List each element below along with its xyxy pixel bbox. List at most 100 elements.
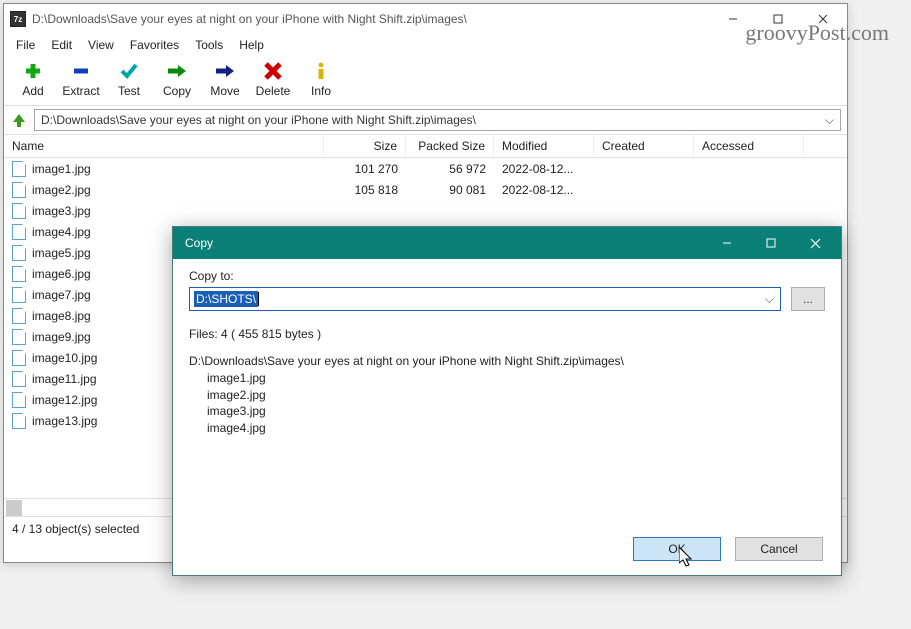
plus-icon (23, 60, 43, 82)
file-name: image12.jpg (32, 393, 97, 407)
source-path: D:\Downloads\Save your eyes at night on … (189, 353, 825, 370)
file-icon (12, 161, 26, 177)
file-name: image1.jpg (32, 162, 91, 176)
list-item: image2.jpg (207, 387, 825, 404)
arrow-right-green-icon (166, 60, 188, 82)
info-label: Info (311, 84, 331, 98)
delete-label: Delete (256, 84, 291, 98)
table-row[interactable]: image2.jpg 105 81890 0812022-08-12... (4, 179, 847, 200)
dialog-titlebar: Copy (173, 227, 841, 259)
file-icon (12, 287, 26, 303)
file-modified: 2022-08-12... (494, 183, 594, 197)
minus-icon (71, 60, 91, 82)
arrow-right-blue-icon (214, 60, 236, 82)
dialog-summary: Files: 4 ( 455 815 bytes ) (189, 325, 825, 343)
dialog-minimize-button[interactable] (705, 229, 749, 257)
file-name: image4.jpg (32, 225, 91, 239)
x-icon (263, 60, 283, 82)
extract-label: Extract (62, 84, 99, 98)
list-item: image3.jpg (207, 403, 825, 420)
menubar: File Edit View Favorites Tools Help (4, 34, 847, 56)
add-label: Add (22, 84, 43, 98)
col-created[interactable]: Created (594, 135, 694, 157)
copy-button[interactable]: Copy (154, 58, 200, 98)
up-button[interactable] (10, 111, 28, 129)
file-name: image6.jpg (32, 267, 91, 281)
menu-edit[interactable]: Edit (43, 35, 80, 55)
dialog-body: Copy to: D:\SHOTS\ ⌵ ... Files: 4 ( 455 … (173, 259, 841, 447)
destination-value: D:\SHOTS\ (194, 291, 258, 307)
file-icon (12, 392, 26, 408)
close-button[interactable] (800, 5, 845, 33)
file-icon (12, 350, 26, 366)
file-name: image2.jpg (32, 183, 91, 197)
check-icon (119, 60, 139, 82)
column-headers: Name Size Packed Size Modified Created A… (4, 134, 847, 158)
ok-button[interactable]: OK (633, 537, 721, 561)
test-button[interactable]: Test (106, 58, 152, 98)
file-icon (12, 182, 26, 198)
file-size: 101 270 (324, 162, 406, 176)
move-button[interactable]: Move (202, 58, 248, 98)
file-icon (12, 266, 26, 282)
test-label: Test (118, 84, 140, 98)
path-input[interactable]: D:\Downloads\Save your eyes at night on … (34, 109, 841, 131)
file-icon (12, 329, 26, 345)
menu-view[interactable]: View (80, 35, 122, 55)
col-name[interactable]: Name (4, 135, 324, 157)
file-name: image3.jpg (32, 204, 91, 218)
col-modified[interactable]: Modified (494, 135, 594, 157)
list-item: image1.jpg (207, 370, 825, 387)
menu-file[interactable]: File (8, 35, 43, 55)
file-icon (12, 245, 26, 261)
dialog-close-button[interactable] (793, 229, 837, 257)
info-button[interactable]: Info (298, 58, 344, 98)
menu-tools[interactable]: Tools (187, 35, 231, 55)
chevron-down-icon[interactable]: ⌵ (825, 113, 834, 128)
info-icon (312, 60, 330, 82)
file-icon (12, 371, 26, 387)
titlebar: 7z D:\Downloads\Save your eyes at night … (4, 4, 847, 34)
file-name: image9.jpg (32, 330, 91, 344)
window-title: D:\Downloads\Save your eyes at night on … (32, 12, 467, 26)
copy-label: Copy (163, 84, 191, 98)
chevron-down-icon[interactable]: ⌵ (761, 292, 778, 307)
col-packed[interactable]: Packed Size (406, 135, 494, 157)
file-icon (12, 308, 26, 324)
file-size: 105 818 (324, 183, 406, 197)
copy-to-label: Copy to: (189, 269, 825, 283)
file-packed: 90 081 (406, 183, 494, 197)
dialog-maximize-button[interactable] (749, 229, 793, 257)
menu-help[interactable]: Help (231, 35, 272, 55)
col-size[interactable]: Size (324, 135, 406, 157)
app-icon: 7z (10, 11, 26, 27)
file-modified: 2022-08-12... (494, 162, 594, 176)
dialog-title: Copy (185, 236, 213, 250)
file-icon (12, 224, 26, 240)
file-name: image7.jpg (32, 288, 91, 302)
browse-button[interactable]: ... (791, 287, 825, 311)
dialog-file-list: D:\Downloads\Save your eyes at night on … (189, 353, 825, 437)
menu-favorites[interactable]: Favorites (122, 35, 187, 55)
table-row[interactable]: image1.jpg 101 27056 9722022-08-12... (4, 158, 847, 179)
minimize-button[interactable] (710, 5, 755, 33)
file-packed: 56 972 (406, 162, 494, 176)
col-accessed[interactable]: Accessed (694, 135, 804, 157)
copy-dialog: Copy Copy to: D:\SHOTS\ ⌵ ... Files: 4 (… (172, 226, 842, 576)
table-row[interactable]: image3.jpg (4, 200, 847, 221)
file-name: image5.jpg (32, 246, 91, 260)
path-text: D:\Downloads\Save your eyes at night on … (41, 113, 476, 127)
delete-button[interactable]: Delete (250, 58, 296, 98)
add-button[interactable]: Add (10, 58, 56, 98)
destination-combobox[interactable]: D:\SHOTS\ ⌵ (189, 287, 781, 311)
pathbar: D:\Downloads\Save your eyes at night on … (4, 106, 847, 134)
extract-button[interactable]: Extract (58, 58, 104, 98)
toolbar: Add Extract Test Copy Move Delete Info (4, 56, 847, 106)
file-icon (12, 203, 26, 219)
maximize-button[interactable] (755, 5, 800, 33)
cancel-button[interactable]: Cancel (735, 537, 823, 561)
file-name: image10.jpg (32, 351, 97, 365)
file-icon (12, 413, 26, 429)
list-item: image4.jpg (207, 420, 825, 437)
file-name: image8.jpg (32, 309, 91, 323)
